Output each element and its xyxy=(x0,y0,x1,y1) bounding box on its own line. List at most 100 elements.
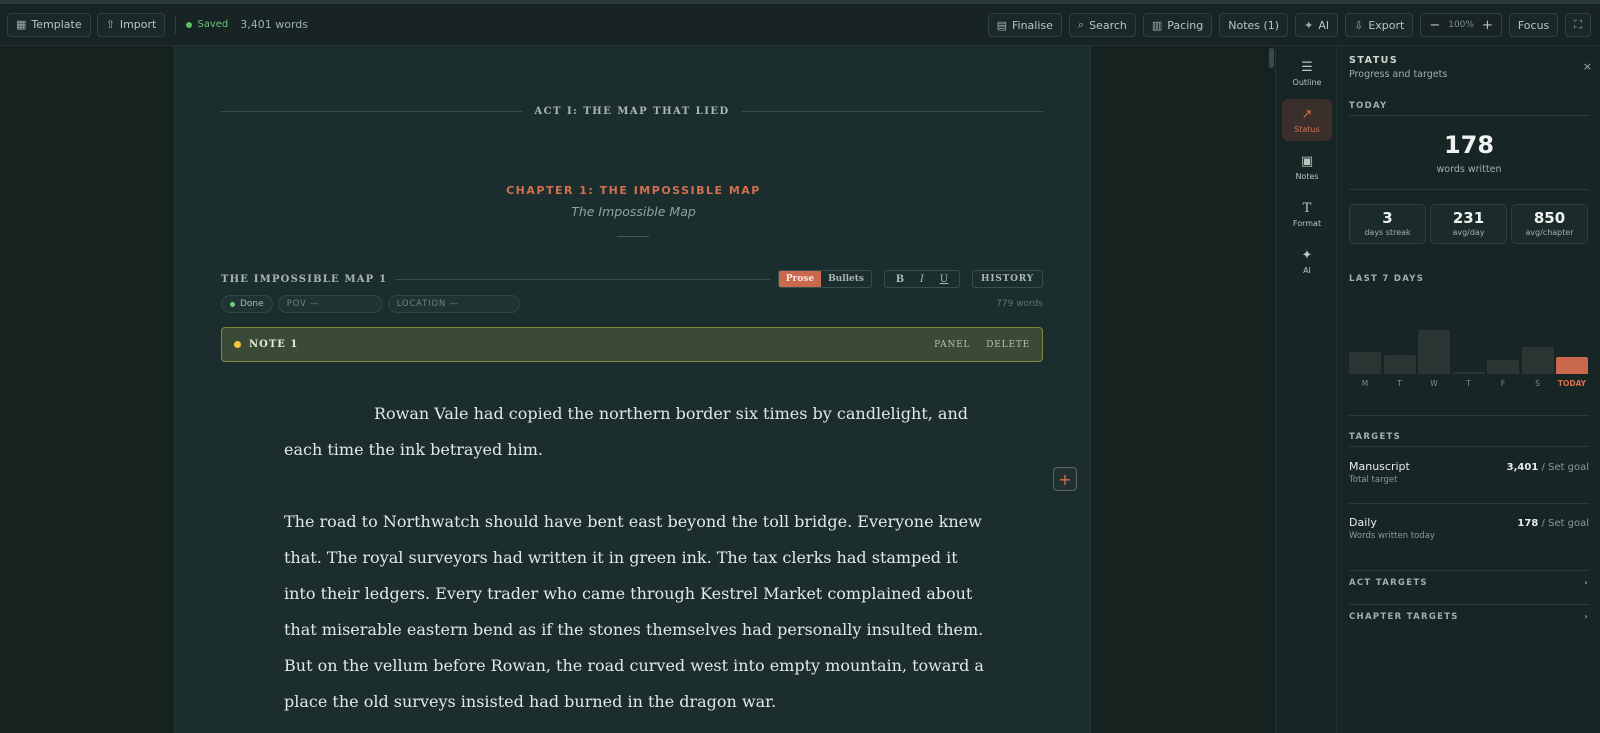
scene-word-count: 779 words xyxy=(996,299,1043,309)
divider xyxy=(1349,115,1589,116)
sparkle-icon: ✦ xyxy=(1304,18,1314,32)
day-bar xyxy=(1418,330,1450,374)
status-panel: STATUS Progress and targets × TODAY 178 … xyxy=(1337,46,1600,733)
bullets-mode-button[interactable]: Bullets xyxy=(821,271,871,287)
chart-icon: ▥ xyxy=(1151,18,1163,32)
rail-item-ai[interactable]: ✦ AI xyxy=(1282,240,1332,282)
rail-item-outline[interactable]: ☰ Outline xyxy=(1282,52,1332,94)
panel-title: STATUS xyxy=(1349,55,1399,66)
note-delete-button[interactable]: DELETE xyxy=(986,340,1030,350)
document-icon: ▤ xyxy=(996,18,1007,32)
chapter-subtitle[interactable]: The Impossible Map xyxy=(175,204,1092,219)
divider xyxy=(175,15,177,34)
divider xyxy=(741,111,1043,112)
set-goal-button[interactable]: Set goal xyxy=(1548,462,1589,473)
day-label: W xyxy=(1430,379,1438,388)
day-label: S xyxy=(1535,379,1540,388)
inline-note[interactable]: NOTE 1 PANEL DELETE xyxy=(221,327,1043,362)
day-label: M xyxy=(1361,379,1369,388)
close-icon[interactable]: × xyxy=(1583,60,1592,73)
stat-card-streak: 3 days streak xyxy=(1349,204,1426,244)
today-word-count: 178 xyxy=(1443,131,1495,159)
side-rail: ☰ Outline ↗ Status ▣ Notes T Format ✦ AI xyxy=(1275,46,1337,733)
last-7-days-chart: M T W T F S TODAY xyxy=(1349,326,1589,388)
focus-button[interactable]: Focus xyxy=(1508,13,1559,37)
chapter-title[interactable]: CHAPTER 1: THE IMPOSSIBLE MAP xyxy=(175,184,1092,197)
manuscript-target: Manuscript Total target 3,401 / Set goal xyxy=(1349,460,1589,485)
paragraph[interactable]: Rowan Vale had copied the northern borde… xyxy=(284,396,994,468)
scene-title[interactable]: THE IMPOSSIBLE MAP 1 xyxy=(221,274,387,285)
daily-target: Daily Words written today 178 / Set goal xyxy=(1349,516,1589,541)
divider xyxy=(1349,604,1589,605)
saved-dot-icon xyxy=(186,21,193,28)
status-badge[interactable]: Done xyxy=(221,295,273,313)
fullscreen-button[interactable]: ⛶ xyxy=(1565,13,1591,37)
top-toolbar: ▦ Template ⇧ Import Saved 3,401 words ▤ Fin… xyxy=(0,0,1600,46)
export-button[interactable]: ⇩ Export xyxy=(1345,13,1414,37)
ai-button[interactable]: ✦ AI xyxy=(1295,13,1339,37)
outline-icon: ☰ xyxy=(1301,59,1313,75)
history-button[interactable]: HISTORY xyxy=(972,270,1043,288)
prose-mode-button[interactable]: Prose xyxy=(778,271,822,287)
act-title: ACT I: THE MAP THAT LIED xyxy=(534,106,730,117)
zoom-level: 100% xyxy=(1448,20,1474,30)
pov-field[interactable]: POV — xyxy=(277,295,383,313)
save-status: Saved xyxy=(186,19,228,30)
note-panel-button[interactable]: PANEL xyxy=(934,340,970,350)
divider xyxy=(1349,189,1589,190)
format-toolbar: B I U xyxy=(884,270,961,288)
fullscreen-icon: ⛶ xyxy=(1574,18,1582,31)
stat-card-avg-day: 231 avg/day xyxy=(1430,204,1507,244)
pacing-button[interactable]: ▥ Pacing xyxy=(1142,13,1213,37)
divider xyxy=(617,236,649,237)
chevron-right-icon: › xyxy=(1584,612,1589,621)
notes-button[interactable]: Notes (1) xyxy=(1219,13,1289,37)
scene-header: THE IMPOSSIBLE MAP 1 Prose Bullets B I U… xyxy=(221,270,1043,288)
manuscript-page: ACT I: THE MAP THAT LIED CHAPTER 1: THE … xyxy=(174,46,1091,733)
download-icon: ⇩ xyxy=(1354,18,1364,32)
today-word-label: words written xyxy=(1436,164,1502,175)
search-button[interactable]: ⌕ Search xyxy=(1068,13,1136,37)
rail-item-format[interactable]: T Format xyxy=(1282,193,1332,235)
grid-icon: ▦ xyxy=(16,18,27,31)
text-format-icon: T xyxy=(1302,200,1312,216)
scene-meta: Done POV — LOCATION — 779 words xyxy=(221,295,1043,313)
act-header: ACT I: THE MAP THAT LIED xyxy=(221,106,1043,117)
panel-subtitle: Progress and targets xyxy=(1349,69,1448,80)
day-bar xyxy=(1487,360,1519,374)
total-word-count: 3,401 words xyxy=(240,18,309,31)
day-bar xyxy=(1383,355,1416,374)
finalise-button[interactable]: ▤ Finalise xyxy=(987,13,1062,37)
zoom-in-button[interactable]: + xyxy=(1482,18,1493,33)
underline-button[interactable]: U xyxy=(933,274,955,285)
divider xyxy=(1349,415,1589,416)
note-title: NOTE 1 xyxy=(249,339,299,350)
import-button[interactable]: ⇧ Import xyxy=(96,12,166,37)
chevron-right-icon: › xyxy=(1584,578,1589,587)
sparkle-icon: ✦ xyxy=(1301,247,1313,263)
add-block-button[interactable]: + xyxy=(1053,467,1077,491)
bold-button[interactable]: B xyxy=(889,274,911,285)
note-dot-icon xyxy=(234,341,241,348)
zoom-out-button[interactable]: − xyxy=(1429,18,1440,33)
trend-icon: ↗ xyxy=(1301,106,1313,122)
scrollbar[interactable] xyxy=(1269,48,1274,68)
last-7-days-heading: LAST 7 DAYS xyxy=(1349,274,1425,284)
act-targets-toggle[interactable]: ACT TARGETS › xyxy=(1349,578,1589,588)
zoom-control: − 100% + xyxy=(1420,13,1502,37)
day-label: T xyxy=(1466,379,1471,388)
targets-heading: TARGETS xyxy=(1349,432,1402,442)
day-label: F xyxy=(1500,379,1506,388)
set-goal-button[interactable]: Set goal xyxy=(1548,518,1589,529)
divider xyxy=(1349,446,1589,447)
template-button[interactable]: ▦ Template xyxy=(7,12,91,37)
paragraph[interactable]: The road to Northwatch should have bent … xyxy=(284,504,994,720)
day-bar xyxy=(1556,357,1588,374)
chapter-targets-toggle[interactable]: CHAPTER TARGETS › xyxy=(1349,612,1589,622)
mode-toggle: Prose Bullets xyxy=(777,270,873,288)
italic-button[interactable]: I xyxy=(911,274,933,285)
search-icon: ⌕ xyxy=(1077,18,1085,31)
rail-item-status[interactable]: ↗ Status xyxy=(1282,99,1332,141)
rail-item-notes[interactable]: ▣ Notes xyxy=(1282,146,1332,188)
location-field[interactable]: LOCATION — xyxy=(387,295,520,313)
